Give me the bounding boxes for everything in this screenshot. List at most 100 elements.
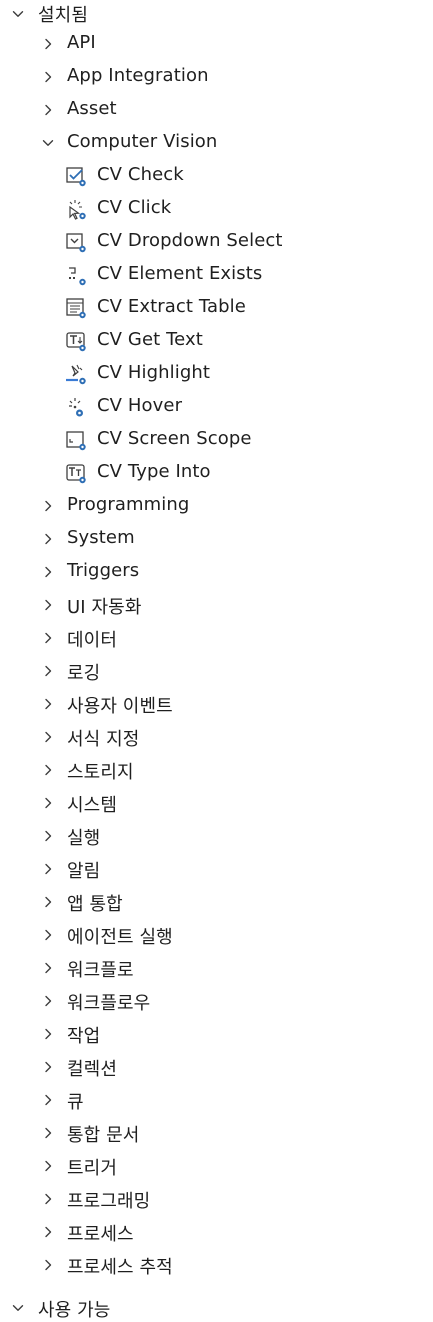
chevron-right-icon[interactable] [40,729,56,745]
chevron-right-icon[interactable] [40,894,56,910]
chevron-right-icon[interactable] [40,993,56,1009]
tree-node-available[interactable]: 사용 가능 [0,1282,433,1321]
activity-label: CV Extract Table [97,296,246,317]
tree-node-category[interactable]: 큐 [0,1084,433,1117]
activity-cv-type-into[interactable]: CV Type Into [0,457,433,490]
tree-node-label: 스토리지 [67,762,134,783]
tree-node-category[interactable]: 스토리지 [0,754,433,787]
chevron-right-icon[interactable] [40,663,56,679]
tree-node-category[interactable]: 프로세스 [0,1216,433,1249]
tree-node-label: 서식 지정 [67,729,140,750]
chevron-right-icon[interactable] [40,1026,56,1042]
tree-node-installed[interactable]: 설치됨 [0,0,433,28]
chevron-right-icon[interactable] [40,762,56,778]
tree-node-label: Asset [67,98,117,119]
chevron-right-icon[interactable] [40,861,56,877]
chevron-right-icon[interactable] [40,597,56,613]
activity-cv-get-text[interactable]: CV Get Text [0,325,433,358]
cv-type-into-icon [65,462,89,486]
tree-node-computer-vision[interactable]: Computer Vision [0,127,433,160]
tree-node-category[interactable]: 서식 지정 [0,721,433,754]
tree-node-category[interactable]: 프로그래밍 [0,1183,433,1216]
cv-dropdown-select-icon [65,231,89,255]
activity-cv-hover[interactable]: CV Hover [0,391,433,424]
tree-node-label: 로깅 [67,663,101,684]
chevron-right-icon[interactable] [40,1158,56,1174]
chevron-down-icon[interactable] [40,135,56,151]
chevron-right-icon[interactable] [40,795,56,811]
activity-cv-element-exists[interactable]: CV Element Exists [0,259,433,292]
tree-node-category[interactable]: 워크플로 [0,952,433,985]
tree-node-label: 시스템 [67,795,117,816]
tree-node-category[interactable]: System [0,523,433,556]
chevron-right-icon[interactable] [40,69,56,85]
activity-cv-highlight[interactable]: CV Highlight [0,358,433,391]
tree-node-category[interactable]: 작업 [0,1018,433,1051]
tree-node-category[interactable]: API [0,28,433,61]
chevron-right-icon[interactable] [40,696,56,712]
activities-tree: 설치됨 API App Integration Asset Computer V… [0,0,433,1321]
tree-node-category[interactable]: 실행 [0,820,433,853]
tree-node-category[interactable]: UI 자동화 [0,589,433,622]
chevron-down-icon[interactable] [10,6,26,22]
tree-node-category[interactable]: Programming [0,490,433,523]
tree-node-category[interactable]: 앱 통합 [0,886,433,919]
chevron-right-icon[interactable] [40,498,56,514]
activity-cv-check[interactable]: CV Check [0,160,433,193]
chevron-right-icon[interactable] [40,960,56,976]
activity-cv-screen-scope[interactable]: CV Screen Scope [0,424,433,457]
activity-cv-extract-table[interactable]: CV Extract Table [0,292,433,325]
chevron-right-icon[interactable] [40,1125,56,1141]
tree-node-label: Computer Vision [67,131,218,152]
tree-node-label: 프로세스 [67,1224,134,1245]
chevron-right-icon[interactable] [40,1059,56,1075]
tree-node-category[interactable]: 에이전트 실행 [0,919,433,952]
activity-label: CV Get Text [97,329,203,350]
tree-node-category[interactable]: 데이터 [0,622,433,655]
tree-node-category[interactable]: 컬렉션 [0,1051,433,1084]
tree-node-category[interactable]: 워크플로우 [0,985,433,1018]
tree-node-label: 실행 [67,828,101,849]
tree-node-label: 사용자 이벤트 [67,696,173,717]
activity-label: CV Screen Scope [97,428,252,449]
chevron-right-icon[interactable] [40,564,56,580]
chevron-right-icon[interactable] [40,630,56,646]
tree-node-category[interactable]: App Integration [0,61,433,94]
chevron-right-icon[interactable] [40,1257,56,1273]
tree-node-category[interactable]: 트리거 [0,1150,433,1183]
chevron-right-icon[interactable] [40,531,56,547]
tree-node-label: 알림 [67,861,101,882]
tree-node-label: 설치됨 [38,5,88,26]
activity-label: CV Click [97,197,172,218]
activity-cv-dropdown-select[interactable]: CV Dropdown Select [0,226,433,259]
chevron-right-icon[interactable] [40,927,56,943]
tree-node-label: 워크플로우 [67,993,151,1014]
activity-label: CV Check [97,164,184,185]
cv-element-exists-icon [65,264,89,288]
tree-node-label: Triggers [67,560,140,581]
tree-node-category[interactable]: Asset [0,94,433,127]
cv-highlight-icon [65,363,89,387]
tree-node-category[interactable]: 알림 [0,853,433,886]
tree-node-category[interactable]: 시스템 [0,787,433,820]
chevron-right-icon[interactable] [40,102,56,118]
tree-node-label: 트리거 [67,1158,117,1179]
chevron-right-icon[interactable] [40,1092,56,1108]
chevron-right-icon[interactable] [40,828,56,844]
chevron-right-icon[interactable] [40,1224,56,1240]
tree-node-label: App Integration [67,65,209,86]
cv-check-icon [65,165,89,189]
tree-node-category[interactable]: 프로세스 추적 [0,1249,433,1282]
tree-node-category[interactable]: 로깅 [0,655,433,688]
tree-node-category[interactable]: 사용자 이벤트 [0,688,433,721]
tree-node-label: 사용 가능 [38,1300,111,1321]
tree-node-label: UI 자동화 [67,597,142,618]
tree-node-category[interactable]: Triggers [0,556,433,589]
chevron-down-icon[interactable] [10,1300,26,1316]
tree-node-category[interactable]: 통합 문서 [0,1117,433,1150]
tree-node-label: 프로세스 추적 [67,1257,173,1278]
chevron-right-icon[interactable] [40,36,56,52]
tree-node-label: System [67,527,135,548]
activity-cv-click[interactable]: CV Click [0,193,433,226]
chevron-right-icon[interactable] [40,1191,56,1207]
